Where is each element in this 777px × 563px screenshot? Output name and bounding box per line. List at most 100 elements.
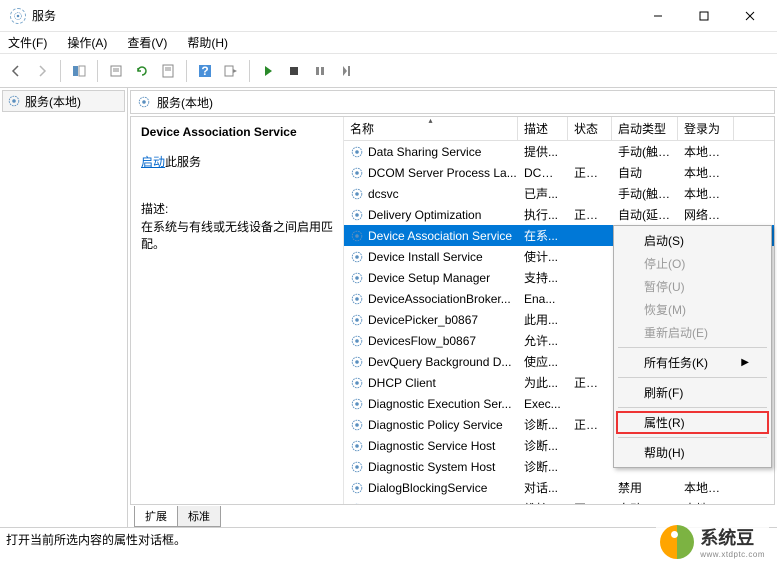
svg-text:?: ? — [201, 64, 208, 78]
table-row[interactable]: dcsvc已声...手动(触发...本地系统 — [344, 183, 774, 204]
ctx-all-tasks[interactable]: 所有任务(K)▶ — [616, 351, 769, 374]
service-startup: 自动 — [612, 164, 678, 181]
service-desc: DCOM... — [518, 166, 568, 180]
service-startup: 手动(触发... — [612, 143, 678, 160]
tab-extended[interactable]: 扩展 — [134, 506, 178, 527]
gear-icon — [7, 94, 21, 108]
restart-service-button[interactable] — [334, 59, 358, 83]
menu-help[interactable]: 帮助(H) — [183, 32, 232, 53]
ctx-separator — [618, 347, 767, 348]
menu-view[interactable]: 查看(V) — [123, 32, 171, 53]
service-status: 正在... — [568, 164, 612, 181]
list-header: 名称▴ 描述 状态 启动类型 登录为 — [344, 117, 774, 141]
start-suffix: 此服务 — [165, 155, 201, 169]
export-list-button[interactable] — [104, 59, 128, 83]
col-logon[interactable]: 登录为 — [678, 117, 734, 140]
service-status: 正在... — [568, 206, 612, 223]
logo-cn: 系统豆 — [700, 524, 765, 550]
table-row[interactable]: Delivery Optimization执行...正在...自动(延迟...网… — [344, 204, 774, 225]
gear-icon — [350, 229, 364, 243]
close-button[interactable] — [727, 0, 773, 32]
tab-standard[interactable]: 标准 — [177, 506, 221, 527]
gear-icon — [350, 166, 364, 180]
info-desc: 在系统与有线或无线设备之间启用匹配。 — [141, 219, 333, 253]
table-row[interactable]: DCOM Server Process La...DCOM...正在...自动本… — [344, 162, 774, 183]
service-startup: 自动 — [612, 500, 678, 504]
action-button[interactable] — [219, 59, 243, 83]
gear-icon — [350, 292, 364, 306]
service-logon: 本地系统 — [678, 185, 734, 202]
tree-pane: 服务(本地) — [0, 88, 128, 527]
table-row[interactable]: DialogBlockingService对话...禁用本地系统 — [344, 477, 774, 498]
start-link[interactable]: 启动 — [141, 155, 165, 169]
ctx-start[interactable]: 启动(S) — [616, 229, 769, 252]
minimize-button[interactable] — [635, 0, 681, 32]
ctx-stop[interactable]: 停止(O) — [616, 252, 769, 275]
service-name: Device Association Service — [368, 229, 512, 243]
start-service-button[interactable] — [256, 59, 280, 83]
service-desc: 执行... — [518, 206, 568, 223]
app-icon — [10, 8, 26, 24]
pause-service-button[interactable] — [308, 59, 332, 83]
window-title: 服务 — [32, 7, 635, 24]
service-desc: Ena... — [518, 292, 568, 306]
table-row[interactable]: Distributed Link Tracking...维护...正在...自动… — [344, 498, 774, 504]
service-name: Device Setup Manager — [368, 271, 490, 285]
gear-icon — [350, 208, 364, 222]
gear-icon — [350, 355, 364, 369]
tree-root-label: 服务(本地) — [25, 93, 81, 110]
ctx-help[interactable]: 帮助(H) — [616, 441, 769, 464]
service-startup: 手动(触发... — [612, 185, 678, 202]
context-menu: 启动(S) 停止(O) 暂停(U) 恢复(M) 重新启动(E) 所有任务(K)▶… — [613, 225, 772, 468]
service-name: DevicesFlow_b0867 — [368, 334, 476, 348]
col-status[interactable]: 状态 — [568, 117, 612, 140]
col-name[interactable]: 名称▴ — [344, 117, 518, 140]
service-logon: 本地系统 — [678, 479, 734, 496]
service-desc: 诊断... — [518, 416, 568, 433]
service-desc: 诊断... — [518, 437, 568, 454]
show-hide-tree-button[interactable] — [67, 59, 91, 83]
service-desc: 使计... — [518, 248, 568, 265]
ctx-resume[interactable]: 恢复(M) — [616, 298, 769, 321]
tree-root-item[interactable]: 服务(本地) — [2, 90, 125, 112]
service-desc: 为此... — [518, 374, 568, 391]
service-name: DeviceAssociationBroker... — [368, 292, 511, 306]
service-name: Diagnostic System Host — [368, 460, 495, 474]
gear-icon — [350, 481, 364, 495]
ctx-restart[interactable]: 重新启动(E) — [616, 321, 769, 344]
service-name: Diagnostic Policy Service — [368, 418, 503, 432]
service-status: 正在... — [568, 374, 612, 391]
toolbar-separator — [249, 60, 250, 82]
ctx-properties[interactable]: 属性(R) — [616, 411, 769, 434]
menu-action[interactable]: 操作(A) — [63, 32, 111, 53]
service-name: Device Install Service — [368, 250, 483, 264]
col-startup[interactable]: 启动类型 — [612, 117, 678, 140]
refresh-button[interactable] — [130, 59, 154, 83]
menu-file[interactable]: 文件(F) — [4, 32, 51, 53]
forward-button[interactable] — [30, 59, 54, 83]
properties-button[interactable] — [156, 59, 180, 83]
sort-asc-icon: ▴ — [428, 117, 432, 125]
service-name: Data Sharing Service — [368, 145, 481, 159]
logo-icon — [660, 525, 694, 559]
service-logon: 本地系统 — [678, 164, 734, 181]
gear-icon — [350, 418, 364, 432]
service-desc: 使应... — [518, 353, 568, 370]
panel-heading: 服务(本地) — [157, 94, 213, 111]
menubar: 文件(F) 操作(A) 查看(V) 帮助(H) — [0, 32, 777, 54]
gear-icon — [350, 334, 364, 348]
ctx-refresh[interactable]: 刷新(F) — [616, 381, 769, 404]
ctx-pause[interactable]: 暂停(U) — [616, 275, 769, 298]
back-button[interactable] — [4, 59, 28, 83]
table-row[interactable]: Data Sharing Service提供...手动(触发...本地系统 — [344, 141, 774, 162]
help-button[interactable]: ? — [193, 59, 217, 83]
gear-icon — [350, 271, 364, 285]
service-name: DHCP Client — [368, 376, 436, 390]
col-desc[interactable]: 描述 — [518, 117, 568, 140]
stop-service-button[interactable] — [282, 59, 306, 83]
service-name: Diagnostic Service Host — [368, 439, 495, 453]
toolbar-separator — [186, 60, 187, 82]
service-logon: 本地系统 — [678, 143, 734, 160]
service-logon: 本地系统 — [678, 500, 734, 504]
maximize-button[interactable] — [681, 0, 727, 32]
